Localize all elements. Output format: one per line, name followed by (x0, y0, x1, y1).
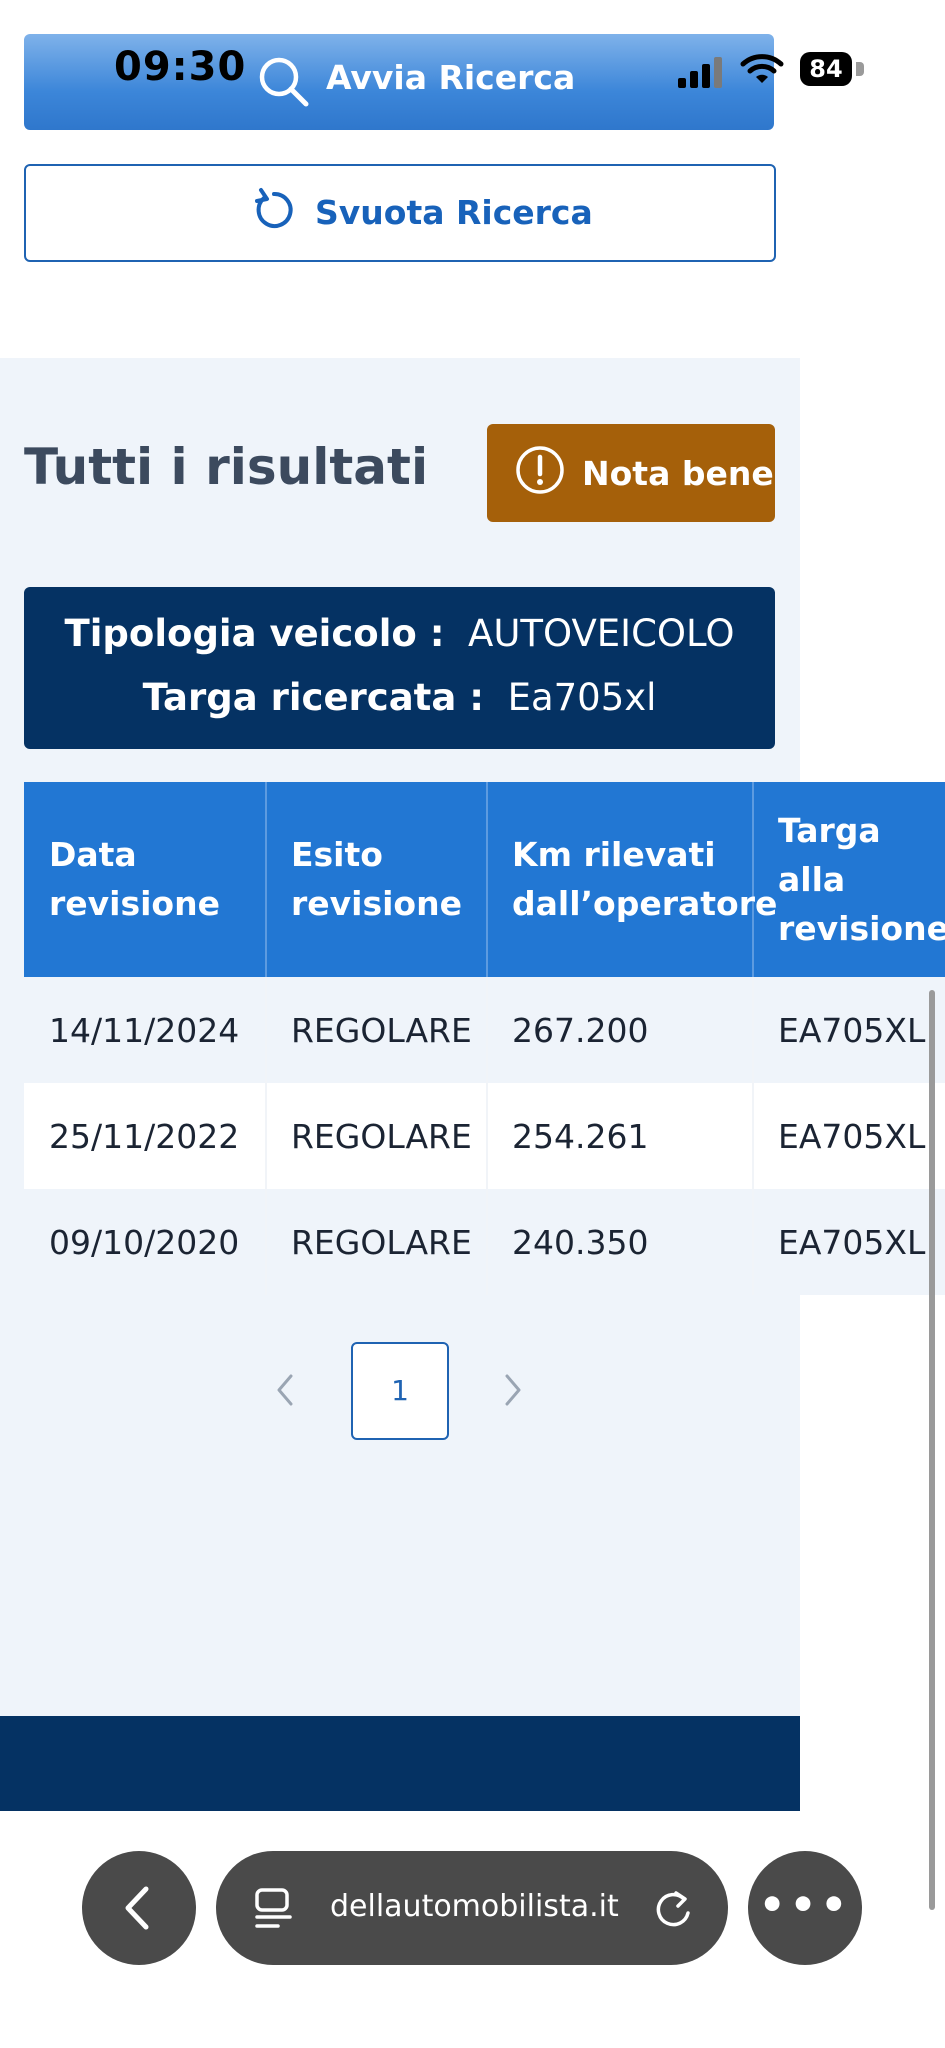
browser-back-button[interactable] (82, 1851, 196, 1965)
refresh-icon (255, 188, 293, 228)
chevron-right-icon[interactable] (503, 1374, 523, 1406)
chevron-left-icon (125, 1886, 149, 1930)
header-line: revisione (49, 884, 220, 923)
signal-icon (678, 57, 722, 88)
vehicle-type-value: AUTOVEICOLO (468, 612, 735, 655)
cell-date: 25/11/2022 (49, 1117, 240, 1156)
header-line: alla (778, 860, 846, 899)
chevron-left-icon[interactable] (275, 1374, 295, 1406)
battery-tip (856, 62, 864, 76)
tab-overview-icon (255, 1888, 292, 1928)
start-search-label: Avvia Ricerca (326, 58, 576, 97)
cell-date: 14/11/2024 (49, 1011, 240, 1050)
header-date: Data revisione (49, 830, 220, 928)
header-km: Km rilevati dall’operatore (512, 830, 777, 928)
scrollbar[interactable] (929, 990, 935, 1910)
header-plate: Targa alla revisione (778, 806, 945, 953)
column-divider (486, 782, 488, 977)
plate-line: Targa ricercata : Ea705xl (24, 676, 775, 719)
column-divider (265, 977, 267, 1295)
cell-result: REGOLARE (291, 1117, 472, 1156)
cell-plate: EA705XL (778, 1117, 926, 1156)
search-icon (259, 57, 309, 107)
cell-result: REGOLARE (291, 1223, 472, 1262)
battery-indicator: 84 (800, 52, 852, 86)
header-line: revisione (291, 884, 462, 923)
status-time: 09:30 (114, 44, 247, 90)
address-bar-url: dellautomobilista.it (330, 1889, 619, 1924)
column-divider (265, 782, 267, 977)
cell-km: 267.200 (512, 1011, 649, 1050)
reload-icon[interactable] (652, 1887, 694, 1931)
header-line: revisione (778, 909, 945, 948)
column-divider (486, 977, 488, 1295)
more-icon: ••• (758, 1880, 852, 1929)
header-line: Data (49, 835, 137, 874)
header-line: Km rilevati (512, 835, 716, 874)
header-line: Esito (291, 835, 383, 874)
cell-km: 254.261 (512, 1117, 649, 1156)
header-line: dall’operatore (512, 884, 778, 923)
plate-value: Ea705xl (507, 676, 657, 719)
alert-circle-icon (516, 446, 564, 494)
cell-plate: EA705XL (778, 1223, 926, 1262)
cell-result: REGOLARE (291, 1011, 472, 1050)
header-line: Targa (778, 811, 881, 850)
vehicle-type-label: Tipologia veicolo : (64, 612, 445, 655)
cell-km: 240.350 (512, 1223, 649, 1262)
results-title: Tutti i risultati (24, 438, 429, 496)
column-divider (752, 977, 754, 1295)
wifi-icon (740, 54, 784, 83)
cell-plate: EA705XL (778, 1011, 926, 1050)
cell-date: 09/10/2020 (49, 1223, 240, 1262)
vehicle-type-line: Tipologia veicolo : AUTOVEICOLO (24, 612, 775, 655)
page-number-current[interactable]: 1 (351, 1342, 449, 1440)
clear-search-label: Svuota Ricerca (315, 193, 593, 232)
plate-label: Targa ricercata : (142, 676, 485, 719)
footer-bar (0, 1716, 800, 1811)
header-result: Esito revisione (291, 830, 462, 928)
note-button-label: Nota bene (582, 454, 774, 493)
